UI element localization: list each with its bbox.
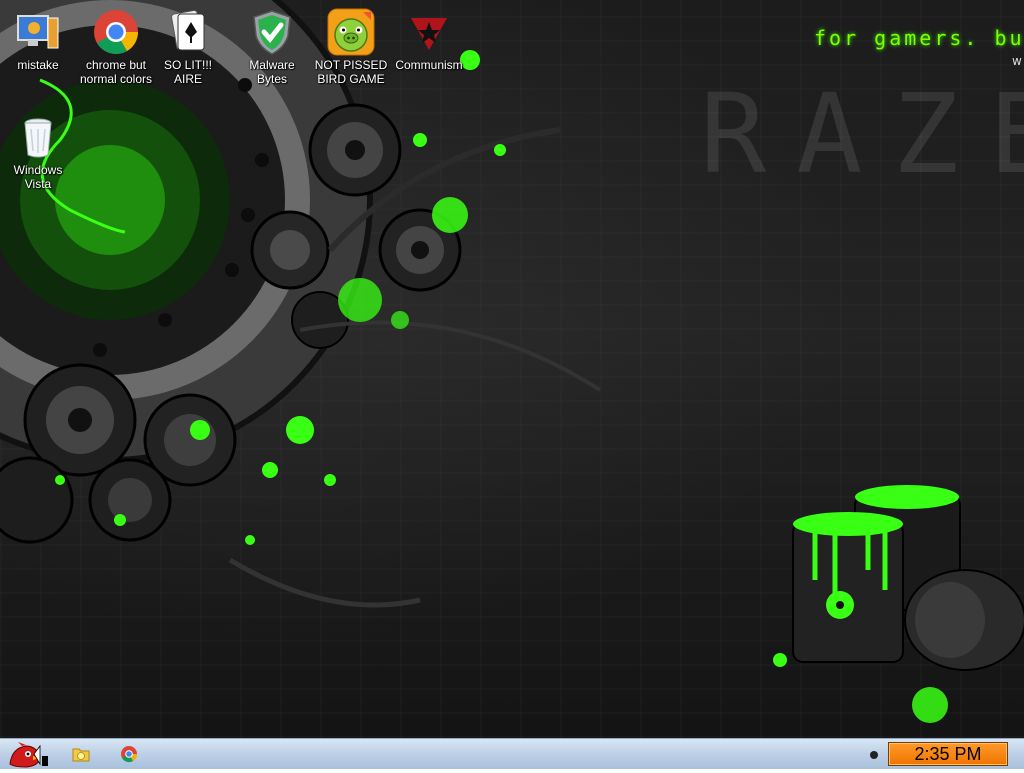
desktop-icon-label: Windows Vista <box>13 163 63 191</box>
desktop-icon-label: NOT PISSED BIRD GAME <box>314 58 388 86</box>
pig-icon <box>327 8 375 56</box>
taskbar-explorer[interactable] <box>70 742 92 766</box>
desktop-icon-malwarebytes[interactable]: Malware Bytes <box>234 2 310 86</box>
desktop-icon-communism[interactable]: Communism <box>391 2 467 72</box>
recycle-bin-icon <box>14 113 62 161</box>
desktop-icon-label: Malware Bytes <box>249 58 295 86</box>
angry-bird-icon <box>9 742 48 768</box>
start-button[interactable] <box>6 742 50 768</box>
folder-icon <box>72 748 90 762</box>
desktop-icon-recycle-bin[interactable]: Windows Vista <box>0 107 76 191</box>
desktop-icon-label: SO LIT!!! AIRE <box>163 58 212 86</box>
desktop-icon-mistake[interactable]: mistake <box>0 2 76 72</box>
desktop-icon-label: Communism <box>395 58 463 72</box>
star-logo-icon <box>405 8 453 56</box>
solitaire-icon <box>164 8 212 56</box>
taskbar: 2:35 PM <box>0 738 1024 769</box>
shield-check-icon <box>248 8 296 56</box>
wallpaper-watermark: RAZE <box>700 70 1024 198</box>
wallpaper-tagline-sub: w <box>1012 54 1022 68</box>
desktop-icon-label: chrome but normal colors <box>79 58 153 86</box>
computer-icon <box>14 8 62 56</box>
desktop-icon-solitaire[interactable]: SO LIT!!! AIRE <box>150 2 226 86</box>
desktop-icon-chrome[interactable]: chrome but normal colors <box>78 2 154 86</box>
chrome-icon <box>121 746 138 763</box>
desktop-icon-bird-game[interactable]: NOT PISSED BIRD GAME <box>313 2 389 86</box>
chrome-icon <box>92 8 140 56</box>
taskbar-clock[interactable]: 2:35 PM <box>888 742 1008 766</box>
desktop[interactable]: RAZE for gamers. bu w mistake chrome but… <box>0 0 1024 738</box>
desktop-icon-label: mistake <box>17 58 59 72</box>
tray-indicator-icon[interactable] <box>870 751 878 759</box>
wallpaper-tagline: for gamers. bu <box>814 26 1024 50</box>
taskbar-chrome[interactable] <box>118 742 140 766</box>
